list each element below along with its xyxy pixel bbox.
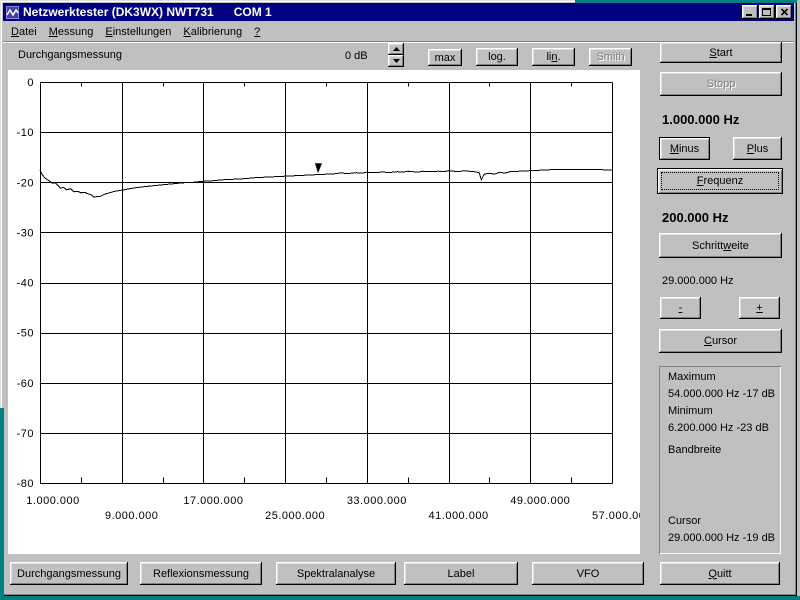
mode-label: Durchgangsmessung (18, 49, 122, 61)
cursor-frequency-value: 29.000.000 Hz (662, 275, 734, 287)
attenuation-value: 0 dB (345, 50, 368, 62)
close-icon (780, 8, 789, 16)
cursor-value: 29.000.000 Hz -19 dB (668, 532, 775, 544)
reflexionsmessung-button[interactable]: Reflexionsmessung (140, 562, 262, 585)
step-plus-button[interactable]: + (739, 297, 780, 319)
window-controls (742, 5, 792, 19)
menu-item-kalibrierung[interactable]: Kalibrierung (177, 24, 248, 40)
menu-item-datei[interactable]: Datei (5, 24, 43, 40)
app-window: Netzwerktester (DK3WX) NWT731 COM 1 Date… (0, 0, 797, 596)
step-minus-button[interactable]: - (660, 297, 701, 319)
measurement-info-panel: Maximum 54.000.000 Hz -17 dB Minimum 6.2… (659, 366, 781, 554)
x-axis-label: 9.000.000 (105, 510, 158, 522)
step-frequency-value: 200.000 Hz (662, 211, 729, 225)
x-axis-label: 33.000.000 (347, 495, 407, 507)
maximum-label: Maximum (668, 371, 716, 383)
plus-button[interactable]: Plus (733, 137, 782, 160)
trace-line (40, 170, 612, 197)
frequenz-button[interactable]: Frequenz (657, 168, 783, 194)
y-axis-label: -20 (17, 177, 34, 189)
desktop-strip-left (0, 408, 4, 600)
arrow-up-icon (393, 47, 400, 51)
x-axis-label: 57.000.000 (592, 510, 640, 522)
max-button[interactable]: max (428, 49, 462, 66)
maximize-button[interactable] (759, 5, 775, 19)
minimum-value: 6.200.000 Hz -23 dB (668, 422, 769, 434)
label-button[interactable]: Label (404, 562, 518, 585)
spektralanalyse-button[interactable]: Spektralanalyse (276, 562, 396, 585)
maximize-icon (762, 8, 772, 17)
minimize-button[interactable] (742, 5, 758, 19)
durchgangsmessung-button[interactable]: Durchgangsmessung (10, 562, 128, 585)
menu-item-help[interactable]: ? (248, 24, 266, 40)
quitt-button[interactable]: Quitt (660, 562, 780, 585)
menu-bar: Datei Messung Einstellungen Kalibrierung… (3, 22, 794, 41)
lin-button[interactable]: lin. (532, 48, 575, 66)
stopp-button: Stopp (660, 72, 782, 96)
menu-item-einstellungen[interactable]: Einstellungen (99, 24, 177, 40)
log-button[interactable]: log. (476, 48, 518, 66)
measurement-chart: 0 -10 -20 -30 -40 -50 -60 -70 -80 1.000.000 17.000… (8, 70, 640, 554)
close-button[interactable] (776, 5, 792, 19)
cursor-button[interactable]: Cursor (659, 329, 782, 353)
x-axis-label: 25.000.000 (265, 510, 325, 522)
y-axis-label: 0 (27, 77, 34, 89)
y-axis-label: -70 (17, 428, 34, 440)
menu-item-messung[interactable]: Messung (43, 24, 100, 40)
desktop-strip-top (575, 0, 797, 3)
attenuation-spinner-down[interactable] (388, 55, 404, 67)
app-icon (6, 6, 19, 19)
minimum-label: Minimum (668, 405, 713, 417)
minimize-icon (745, 8, 755, 17)
x-axis-label: 41.000.000 (429, 510, 489, 522)
y-axis-label: -50 (17, 328, 34, 340)
screen: { "colors": { "titlebar": "#000080", "wi… (0, 0, 800, 600)
cursor-marker (315, 163, 322, 173)
desktop-strip-bottom (0, 596, 800, 600)
vfo-button[interactable]: VFO (532, 562, 644, 585)
y-axis-label: -40 (17, 278, 34, 290)
start-button[interactable]: Start (660, 42, 782, 63)
y-axis-label: -80 (17, 478, 34, 490)
cursor-label: Cursor (668, 515, 701, 527)
attenuation-spinner-up[interactable] (388, 43, 404, 55)
y-axis-label: -30 (17, 227, 34, 239)
smith-button: Smith (589, 48, 632, 66)
x-axis-label: 49.000.000 (510, 495, 570, 507)
bandbreite-label: Bandbreite (668, 444, 721, 456)
minus-button[interactable]: Minus (659, 137, 710, 160)
y-axis-label: -60 (17, 378, 34, 390)
x-axis-label: 1.000.000 (26, 495, 79, 507)
title-bar[interactable]: Netzwerktester (DK3WX) NWT731 COM 1 (3, 3, 794, 21)
maximum-value: 54.000.000 Hz -17 dB (668, 388, 775, 400)
arrow-down-icon (393, 59, 400, 63)
schrittweite-button[interactable]: Schrittweite (659, 233, 782, 258)
window-title: Netzwerktester (DK3WX) NWT731 COM 1 (23, 5, 272, 19)
y-axis-label: -10 (17, 127, 34, 139)
start-frequency-value: 1.000.000 Hz (662, 113, 739, 127)
x-axis-label: 17.000.000 (183, 495, 243, 507)
chart-panel[interactable]: 0 -10 -20 -30 -40 -50 -60 -70 -80 1.000.000 17.000… (8, 70, 640, 554)
